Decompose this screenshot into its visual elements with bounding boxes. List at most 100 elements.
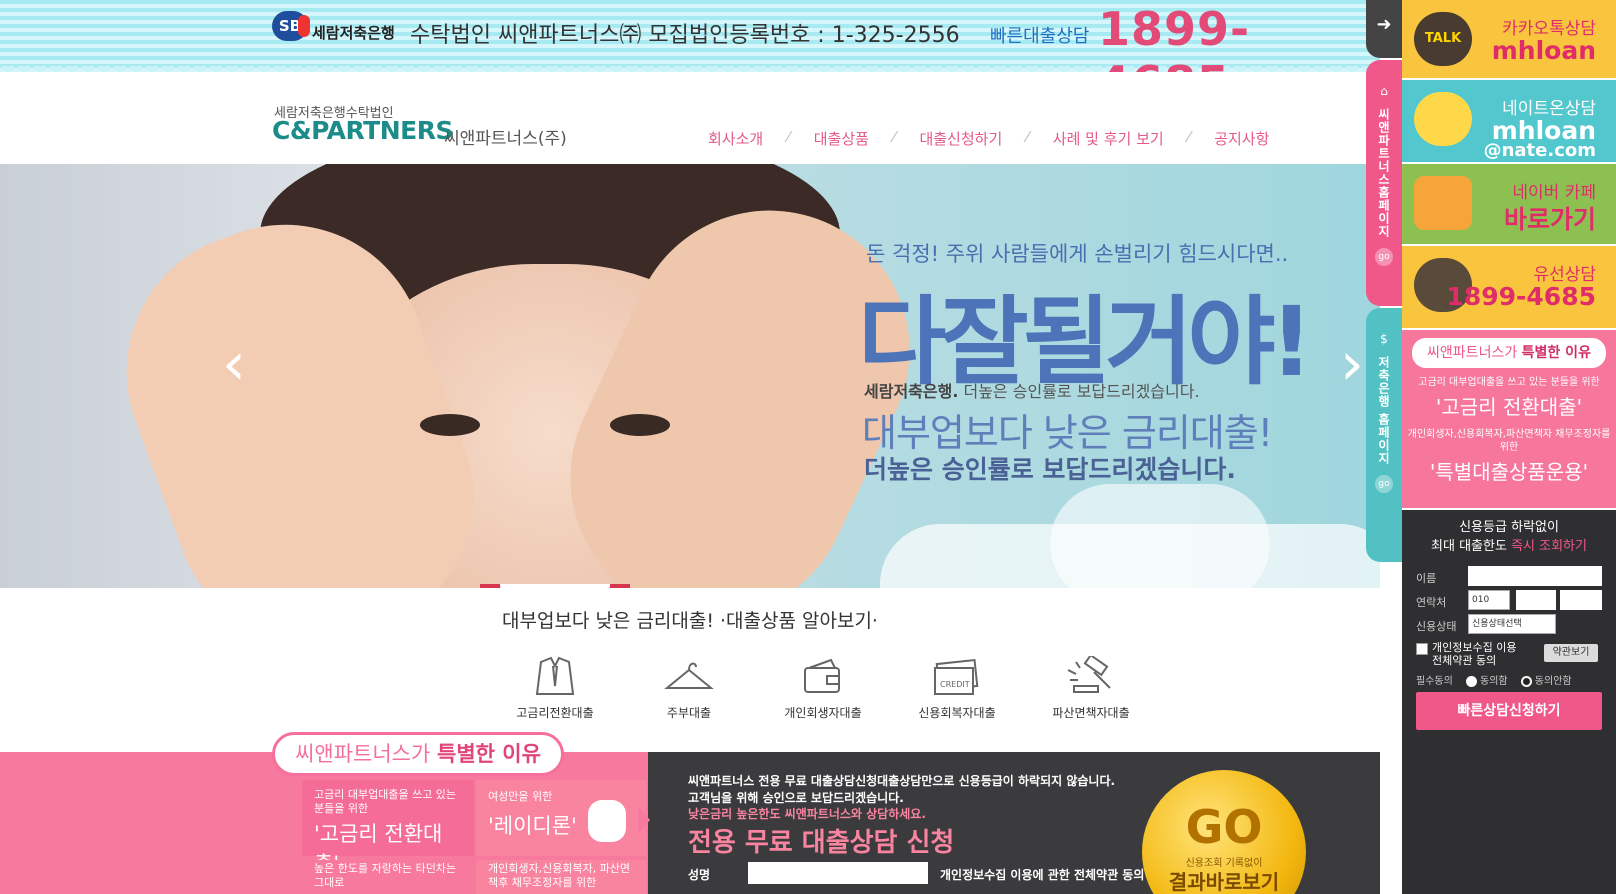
privacy-checkbox[interactable]	[1416, 643, 1428, 655]
side-special-heading: 씨앤파트너스가 특별한 이유	[1412, 338, 1606, 368]
kakaotalk-consult-link[interactable]: TALK 카카오톡상담 mhloan	[1402, 0, 1616, 78]
product-item[interactable]: 개인회생자대출	[768, 654, 878, 721]
rehab-box[interactable]: 개인회생자,신용회복자, 파산면책후 채무조정자를 위한	[476, 860, 646, 894]
hero-photo-teeth	[500, 584, 610, 588]
naver-go: 바로가기	[1503, 205, 1596, 234]
nav-separator: ⁄	[892, 128, 896, 146]
wallet-icon	[768, 654, 878, 698]
main-nav: 회사소개 ⁄ 대출상품 ⁄ 대출신청하기 ⁄ 사례 및 후기 보기 ⁄ 공지사항	[708, 128, 1269, 149]
go-text: GO	[1185, 800, 1263, 854]
agree-radio-label: 동의함	[1480, 676, 1508, 687]
bubble-company: 씨앤파트너스가	[295, 742, 437, 766]
special-reason-bubble: 씨앤파트너스가 특별한 이유	[272, 732, 564, 776]
nate-domain: @nate.com	[1483, 140, 1596, 161]
coin-icon: $	[1380, 332, 1388, 346]
quick-consult-form: 신용등급 하락없이 최대 대출한도 즉시 조회하기 이름 연락처 010 신용상…	[1402, 510, 1616, 894]
nav-item-apply[interactable]: 대출신청하기	[919, 128, 1002, 149]
nateon-icon	[1414, 92, 1472, 146]
credit-status-select[interactable]: 신용상태선택	[1468, 614, 1556, 634]
consult-desc-1: 씨앤파트너스 전용 무료 대출상담신청대출상담만으로 신용등급이 하락되지 않습…	[688, 774, 1116, 788]
phone-middle-input[interactable]	[1516, 590, 1556, 610]
agree-radio[interactable]	[1466, 675, 1477, 687]
phone-last-input[interactable]	[1560, 590, 1602, 610]
sb-logo-text: SB	[278, 17, 302, 35]
naver-cafe-link[interactable]: 네이버 카페 바로가기	[1402, 164, 1616, 244]
hero-banner: ‹ › 돈 걱정! 주위 사람들에게 손벌리기 힘드시다면.. 다잘될거야! 세…	[0, 164, 1380, 588]
coffee-icon	[1414, 176, 1472, 230]
go-result-button[interactable]: GO 신용조회 기록없이 결과바로보기	[1142, 770, 1306, 894]
mouse-icon	[588, 800, 626, 842]
site-logo[interactable]: C&PARTNERS	[272, 116, 453, 145]
side-special-desc-1: 고금리 대부업대출을 쓰고 있는 분들을 위한	[1418, 377, 1600, 388]
products-title: 대부업보다 낮은 금리대출! ·대출상품 알아보기·	[502, 610, 878, 632]
nav-item-notice[interactable]: 공지사항	[1214, 128, 1269, 149]
name-input[interactable]	[1468, 566, 1602, 586]
name-label: 이름	[1416, 572, 1437, 585]
side-special-title-2: '특별대출상품운용'	[1429, 460, 1589, 484]
credit-label: 신용상태	[1416, 620, 1457, 633]
quick-menu-toggle[interactable]: ➜	[1366, 0, 1402, 58]
svg-text:CREDIT: CREDIT	[940, 680, 970, 689]
logo-korean-name: 씨앤파트너스(주)	[444, 129, 567, 149]
nav-item-about[interactable]: 회사소개	[708, 128, 763, 149]
product-label: 개인회생자대출	[784, 706, 862, 720]
product-item[interactable]: 주부대출	[634, 654, 744, 721]
gavel-icon	[1036, 654, 1146, 698]
consent-radio-group: 필수동의 동의함 동의안함	[1416, 672, 1572, 687]
hanger-icon	[634, 654, 744, 698]
bank-name: 세람저축은행	[312, 24, 395, 42]
nav-item-reviews[interactable]: 사례 및 후기 보기	[1053, 128, 1164, 149]
free-consult-section: 씨앤파트너스 전용 무료 대출상담신청대출상담만으로 신용등급이 하락되지 않습…	[638, 752, 1380, 894]
nav-item-products[interactable]: 대출상품	[814, 128, 869, 149]
suit-icon	[500, 654, 610, 698]
slider-prev-button[interactable]: ‹	[222, 334, 246, 394]
privacy-agree-text: 개인정보수집 이용 전체약관 동의	[1432, 641, 1516, 667]
form-heading-1: 신용등급 하락없이	[1459, 520, 1559, 535]
side-special-box: 씨앤파트너스가 특별한 이유 고금리 대부업대출을 쓰고 있는 분들을 위한 '…	[1402, 330, 1616, 508]
homepage-tab[interactable]: ⌂ 씨앤파트너스홈페이지 go	[1366, 60, 1402, 306]
hero-low-rate-text: 대부업보다 낮은 금리대출!	[862, 411, 1273, 455]
disagree-radio-label: 동의안함	[1534, 676, 1572, 687]
hero-subline-text: 더높은 승인률로 보답드리겠습니다.	[958, 382, 1200, 401]
high-limit-box[interactable]: 높은 한도를 자랑하는 타던차는 그대로	[302, 860, 474, 894]
fast-consult-label: 빠른대출상담	[990, 26, 1090, 47]
disagree-radio[interactable]	[1520, 675, 1532, 687]
high-rate-transfer-box[interactable]: 고금리 대부업대출을 쓰고 있는 분들을 위한 '고금리 전환대출'	[302, 780, 474, 876]
nateon-consult-link[interactable]: 네이트온상담 mhloan @nate.com	[1402, 80, 1616, 162]
side-special-desc-2: 개인회생자,신용회복자,파산면책자 채무조정자를 위한	[1407, 429, 1611, 453]
consult-name-label: 성명	[688, 868, 711, 882]
consult-desc-2: 고객님을 위해 승인으로 보답드리겠습니다.	[688, 791, 904, 805]
nav-separator: ⁄	[1187, 128, 1191, 146]
product-item[interactable]: 고금리전환대출	[500, 654, 610, 721]
phone-number: 1899-4685	[1446, 282, 1596, 311]
sb-bank-logo: SB	[272, 11, 310, 41]
phone-prefix-select[interactable]: 010	[1468, 590, 1510, 610]
product-item[interactable]: CREDIT 신용회복자대출	[902, 654, 1012, 721]
kakao-id: mhloan	[1491, 36, 1596, 65]
slider-next-button[interactable]: ›	[1340, 334, 1364, 394]
savings-bank-tab[interactable]: $ 저축은행 홈페이지 go	[1366, 308, 1402, 562]
cloud-decoration	[1050, 484, 1270, 588]
go-result-text: 결과바로보기	[1168, 870, 1280, 894]
product-label: 고금리전환대출	[516, 706, 594, 720]
side-special-reason: 특별한 이유	[1521, 345, 1591, 361]
hero-photo-eye	[610, 414, 670, 436]
top-info-bar: SB 세람저축은행 수탁법인 씨앤파트너스㈜ 모집법인등록번호 : 1-325-…	[0, 0, 1380, 110]
nav-separator: ⁄	[787, 128, 790, 146]
consult-title: 전용 무료 대출상담 신청	[688, 828, 955, 858]
arrow-right-icon: ➜	[1376, 14, 1392, 35]
contact-label: 연락처	[1416, 596, 1447, 609]
quick-consult-submit-button[interactable]: 빠른상담신청하기	[1416, 692, 1602, 730]
privacy-agree-2: 전체약관 동의	[1432, 654, 1497, 667]
hero-approval-text: 더높은 승인률로 보답드리겠습니다.	[864, 455, 1236, 484]
savings-bank-tab-label: 저축은행 홈페이지	[1376, 356, 1391, 466]
lady-loan-box[interactable]: 여성만을 위한 '레이디론'	[476, 780, 646, 856]
product-item[interactable]: 파산면책자대출	[1036, 654, 1146, 721]
hero-photo-eye	[420, 414, 480, 436]
phone-consult-link[interactable]: 유선상담 1899-4685	[1402, 246, 1616, 328]
hero-bank-name: 세람저축은행.	[864, 382, 959, 401]
nav-separator: ⁄	[1026, 128, 1029, 146]
home-icon: ⌂	[1380, 84, 1388, 98]
view-terms-button[interactable]: 약관보기	[1544, 644, 1598, 662]
consult-name-input[interactable]	[748, 862, 928, 884]
